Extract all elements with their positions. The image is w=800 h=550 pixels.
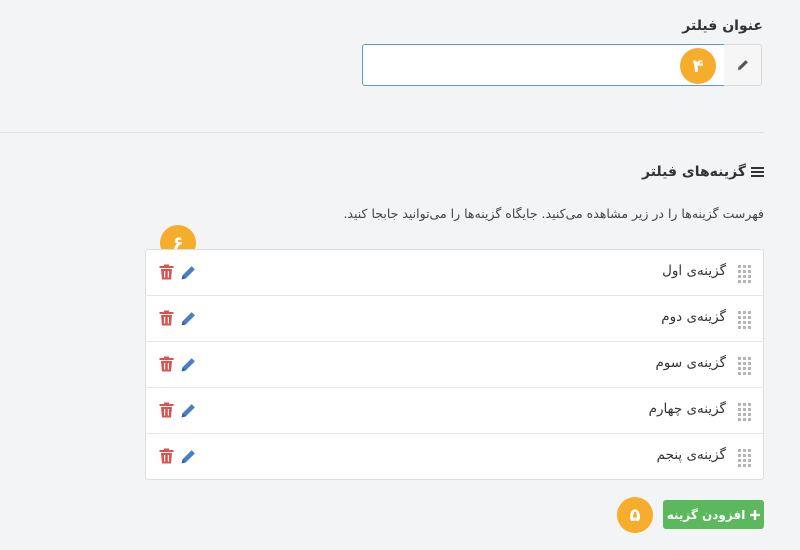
add-option-label: افزودن گزینه — [666, 507, 746, 522]
filter-options-heading: گزینه‌های فیلتر — [642, 164, 764, 180]
option-row: گزینه‌ی دوم — [146, 296, 763, 342]
edit-pencil-icon[interactable] — [180, 264, 197, 281]
drag-handle-icon[interactable] — [738, 403, 752, 421]
drag-handle-icon[interactable] — [738, 449, 752, 467]
option-label: گزینه‌ی پنجم — [656, 447, 726, 463]
filter-options-title: گزینه‌های فیلتر — [641, 164, 746, 180]
trash-icon[interactable] — [159, 356, 174, 372]
trash-icon[interactable] — [159, 310, 174, 326]
edit-pencil-icon[interactable] — [180, 402, 197, 419]
pencil-icon — [737, 60, 748, 71]
plus-icon — [750, 509, 761, 520]
option-row: گزینه‌ی چهارم — [146, 388, 763, 434]
drag-handle-icon[interactable] — [738, 357, 752, 375]
option-label: گزینه‌ی اول — [662, 263, 726, 279]
filter-title-addon — [724, 44, 762, 86]
option-row: گزینه‌ی اول — [146, 250, 763, 296]
list-icon — [751, 167, 764, 177]
add-option-button[interactable]: افزودن گزینه — [663, 500, 764, 529]
edit-pencil-icon[interactable] — [180, 356, 197, 373]
option-label: گزینه‌ی چهارم — [648, 401, 726, 417]
trash-icon[interactable] — [159, 448, 174, 464]
filter-title-input[interactable] — [362, 44, 725, 86]
filter-options-help-text: فهرست گزینه‌ها را در زیر مشاهده می‌کنید.… — [343, 206, 764, 221]
option-row: گزینه‌ی سوم — [146, 342, 763, 388]
option-label: گزینه‌ی سوم — [655, 355, 726, 371]
section-divider — [0, 132, 764, 133]
trash-icon[interactable] — [159, 264, 174, 280]
drag-handle-icon[interactable] — [738, 311, 752, 329]
trash-icon[interactable] — [159, 402, 174, 418]
options-list: گزینه‌ی اول گزینه‌ی دوم — [145, 249, 764, 480]
option-row: گزینه‌ی پنجم — [146, 434, 763, 479]
drag-handle-icon[interactable] — [738, 265, 752, 283]
step-badge-5: ۵ — [617, 497, 653, 533]
step-badge-4: ۴ — [680, 48, 716, 84]
filter-title-label: عنوان فیلتر — [682, 18, 763, 34]
edit-pencil-icon[interactable] — [180, 448, 197, 465]
option-label: گزینه‌ی دوم — [661, 309, 726, 325]
edit-pencil-icon[interactable] — [180, 310, 197, 327]
